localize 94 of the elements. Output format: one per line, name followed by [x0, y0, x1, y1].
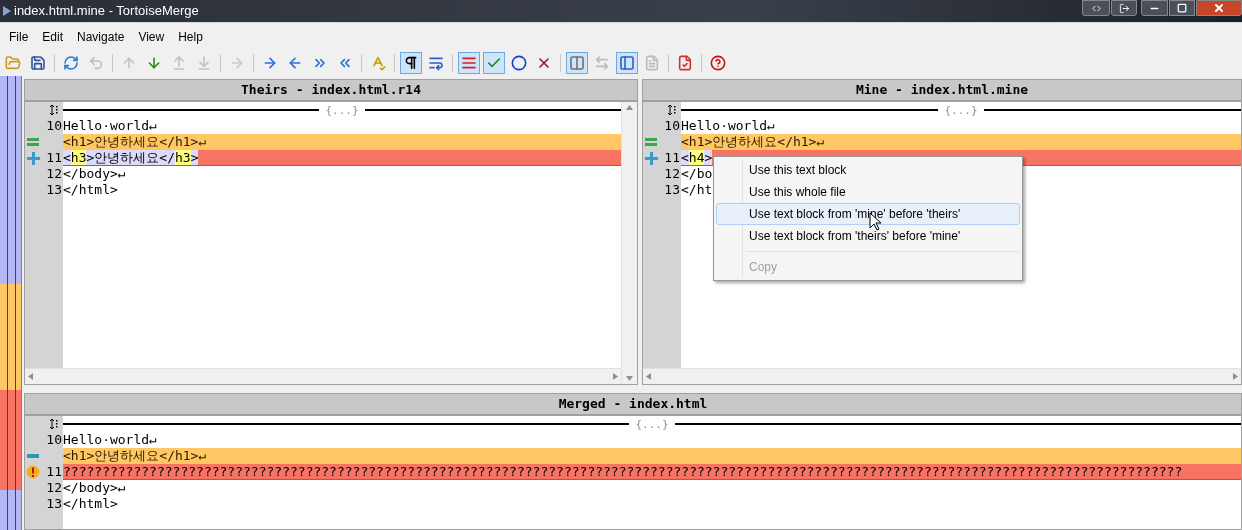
panel-icon [619, 55, 635, 71]
maximize-icon [1177, 3, 1187, 13]
warning-icon [26, 465, 40, 479]
code-text: <h1>안녕하세요</h1>↵ [63, 448, 207, 464]
pane-header: Mine - index.html.mine [643, 80, 1241, 102]
horizontal-scrollbar[interactable] [25, 368, 621, 384]
code-text: < [63, 150, 71, 165]
code-text: Hello·world↵ [681, 118, 775, 134]
scroll-down-icon [626, 376, 633, 381]
code-text: </bo [681, 166, 713, 182]
equal-icon [27, 138, 39, 146]
pilcrow-icon [403, 55, 419, 71]
code-text: ??????????????????????????????????????????????????????????????????????????????????????????????????????????????????????????????????????????????? [63, 464, 1183, 479]
close-icon [1213, 2, 1225, 14]
menu-bar-item[interactable]: Edit [35, 27, 71, 46]
vertical-scrollbar[interactable] [621, 102, 637, 384]
scroll-left-icon [646, 373, 651, 380]
code-text: h3 [70, 150, 87, 165]
code-text: <h1>안녕하세요</h1>↵ [63, 134, 207, 150]
lines-icon [461, 55, 477, 71]
help-icon [710, 55, 726, 71]
code-text: </html> [63, 496, 118, 512]
equal-icon [645, 138, 657, 146]
columns-icon [569, 55, 585, 71]
line-number: 10 [46, 432, 62, 447]
window-button[interactable] [1082, 0, 1110, 16]
arrow-right-icon [262, 55, 278, 71]
plus-icon [644, 151, 658, 165]
line-number: 12 [46, 166, 62, 181]
close-button[interactable] [1196, 0, 1242, 16]
menu-bar-item[interactable]: View [131, 27, 172, 46]
line-number: 10 [46, 118, 62, 133]
undo-icon [88, 55, 104, 71]
minus-icon [27, 454, 39, 458]
line-number: 11 [46, 464, 62, 479]
code-text: </body>↵ [63, 166, 126, 182]
line-number: 12 [664, 166, 680, 181]
line-number: 13 [46, 496, 62, 511]
menu-item[interactable]: Use this text block [716, 159, 1020, 181]
menu-bar-item[interactable]: Navigate [70, 27, 132, 46]
arrow-down-icon [146, 55, 162, 71]
scroll-left-icon [28, 373, 33, 380]
fold-icon[interactable] [667, 105, 677, 115]
scroll-right-icon [613, 373, 618, 380]
scroll-right-icon [1233, 373, 1238, 380]
horizontal-scrollbar[interactable] [643, 368, 1241, 384]
line-number: 13 [664, 182, 680, 197]
code-text: > [190, 150, 199, 165]
code-text: h4 [688, 150, 705, 165]
code-text: < [681, 150, 689, 165]
maximize-button[interactable] [1169, 0, 1195, 16]
swap-icon [594, 55, 610, 71]
folder-icon [5, 55, 21, 71]
arrow-down-icon [196, 55, 212, 71]
line-number: 13 [46, 182, 62, 197]
fold-icon[interactable] [49, 105, 59, 115]
arrow-up-icon [121, 55, 137, 71]
line-number: 10 [664, 118, 680, 133]
checked-document-icon [677, 55, 693, 71]
code-text: >안녕하세요</ [86, 150, 175, 165]
refresh-icon [63, 55, 79, 71]
window-title: index.html.mine - TortoiseMerge [14, 2, 199, 21]
circle-icon [511, 55, 527, 71]
code-text: Hello·world↵ [63, 118, 157, 134]
menu-item[interactable]: Use this whole file [716, 181, 1020, 203]
plus-icon [26, 151, 40, 165]
app-icon [2, 4, 12, 18]
line-number: 11 [664, 150, 680, 165]
window-button[interactable] [1111, 0, 1137, 16]
close-icon [536, 55, 552, 71]
fold-icon[interactable] [49, 419, 59, 429]
menu-bar-item[interactable]: Help [171, 27, 210, 46]
exit-icon [1118, 2, 1130, 14]
save-icon [30, 55, 46, 71]
diff-overview-bar[interactable] [0, 76, 22, 530]
line-number: 12 [46, 480, 62, 495]
toolbar-button[interactable] [400, 52, 422, 74]
code-text: </body>↵ [63, 480, 126, 496]
menu-item[interactable]: Use text block from 'theirs' before 'mine' [716, 225, 1020, 247]
wrap-text-icon [428, 55, 444, 71]
line-number: 11 [46, 150, 62, 165]
menu-bar-item[interactable]: File [2, 27, 36, 46]
code-text: Hello·world↵ [63, 432, 157, 448]
pane-header: Merged - index.html [25, 394, 1241, 416]
pane-header: Theirs - index.html.r14 [25, 80, 637, 102]
code-text: > [704, 150, 713, 165]
document-icon [644, 55, 660, 71]
code-text: </html> [63, 182, 118, 198]
menu-item[interactable]: Use text block from 'mine' before 'theirs' [716, 203, 1020, 225]
spell-check-icon [370, 55, 386, 71]
code-text: <h1>안녕하세요</h1>↵ [681, 134, 825, 150]
arrow-left-icon [287, 55, 303, 71]
code-text: </ht [681, 182, 713, 198]
scroll-up-icon [626, 105, 633, 110]
